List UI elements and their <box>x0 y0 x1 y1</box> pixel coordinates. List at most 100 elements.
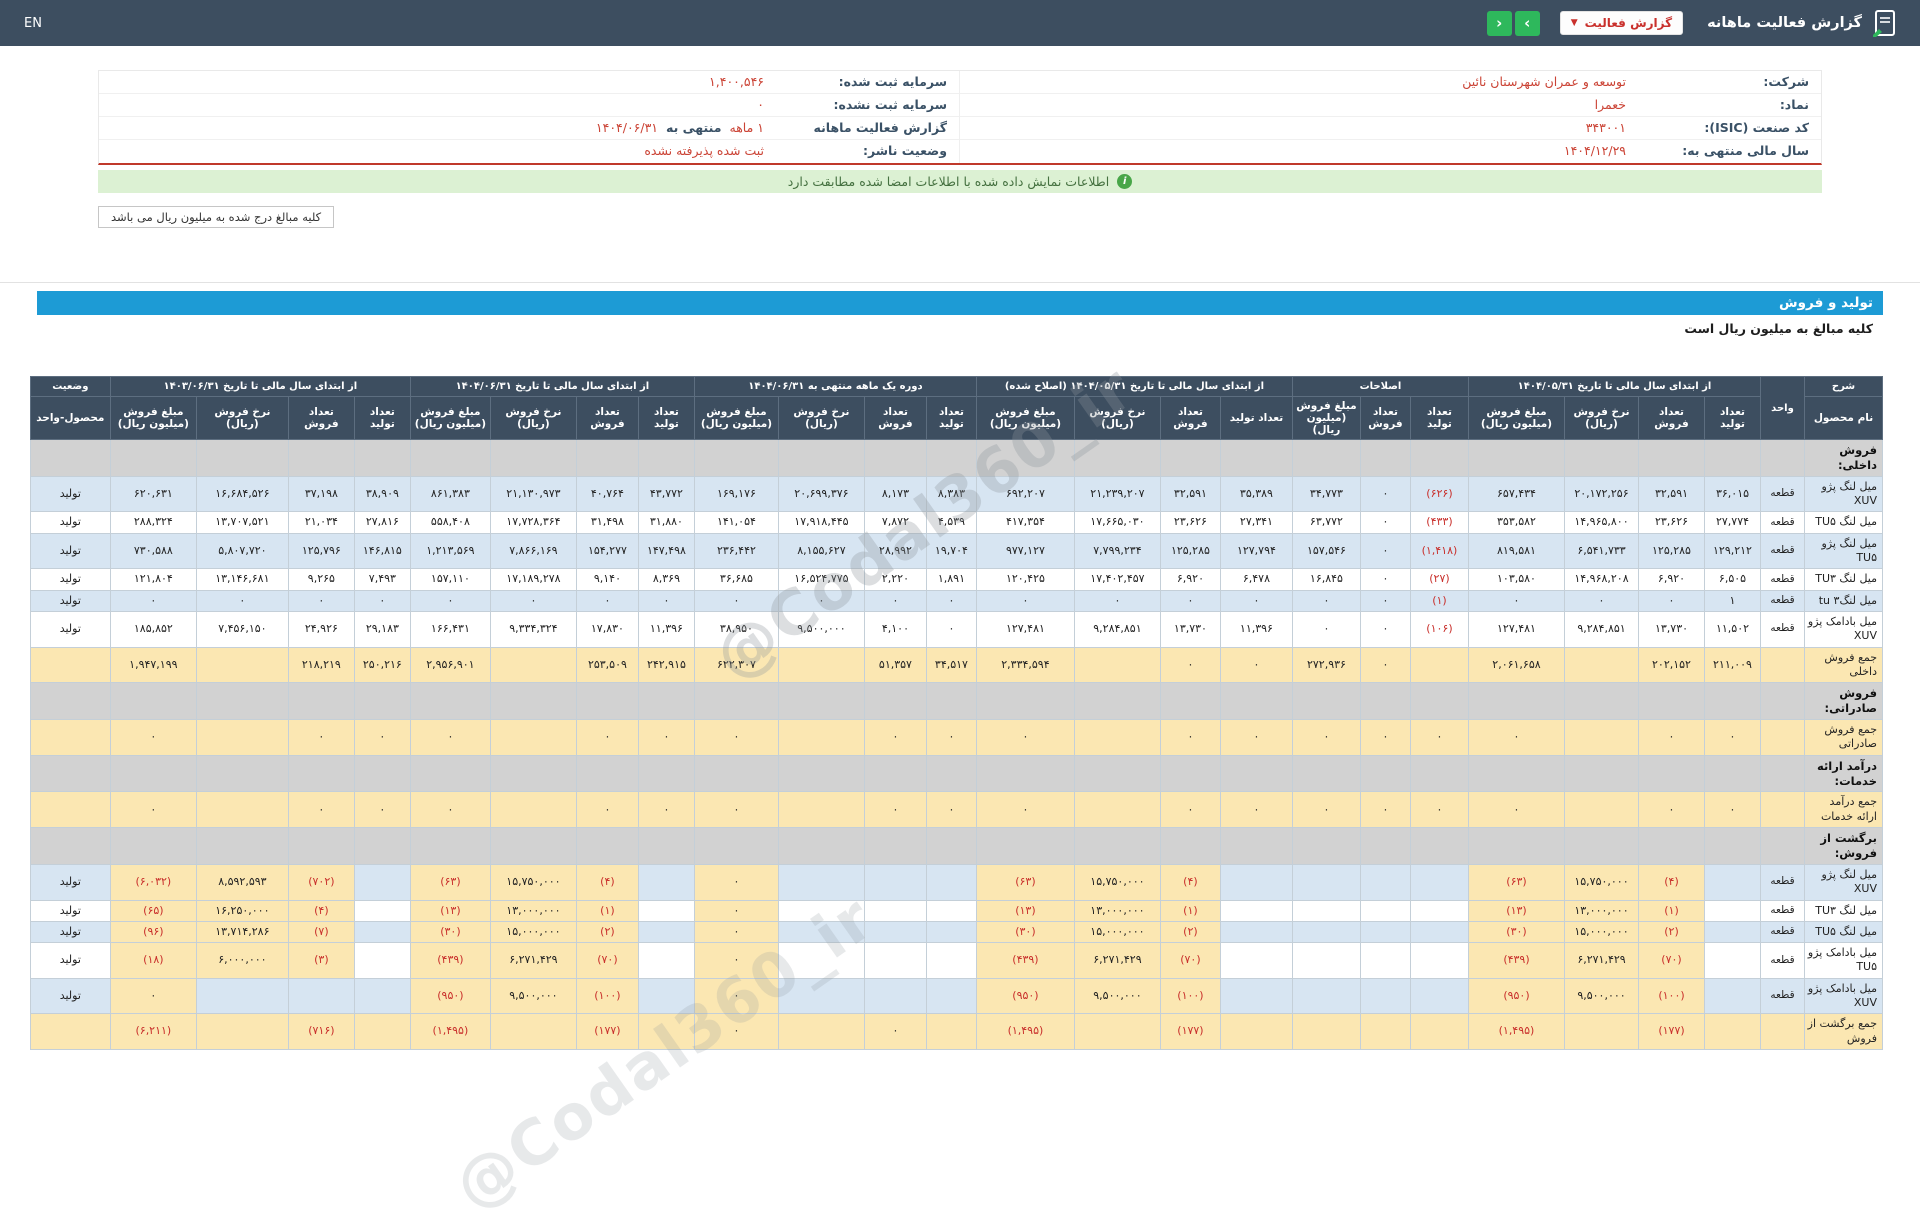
status-cell: تولید <box>29 920 111 944</box>
column-header: تعداد تولید <box>1409 396 1469 440</box>
column-header: وضعیت <box>29 376 111 397</box>
table-header-sub-row: نام محصول تعداد تولید تعداد فروش نرخ فروش (… <box>29 396 1883 440</box>
column-header: تعداد تولید <box>1219 396 1293 440</box>
report-type-dropdown[interactable]: گزارش فعالیت ▼ <box>1559 11 1684 35</box>
section-cell <box>409 682 491 721</box>
value-cell: ۱۲۷,۴۸۱ <box>975 610 1075 648</box>
section-cell <box>1760 754 1805 793</box>
value-cell: ۶۳,۷۷۲ <box>1291 511 1361 534</box>
info-value: ۱۴۰۴/۱۲/۲۹ <box>1563 143 1626 158</box>
value-cell: (۱,۴۹۵) <box>409 1013 491 1050</box>
section-cell <box>195 439 289 477</box>
value-cell: ۰ <box>1467 719 1566 756</box>
value-cell: ۸,۱۵۵,۶۲۷ <box>777 532 865 570</box>
value-cell <box>1291 977 1361 1015</box>
value-cell: (۶,۰۳۲) <box>109 863 197 901</box>
section-cell <box>575 754 639 793</box>
value-cell <box>637 942 695 979</box>
value-cell: ۱۳,۰۰۰,۰۰۰ <box>489 899 577 922</box>
section-cell <box>925 682 977 721</box>
status-cell: تولید <box>29 899 111 922</box>
unit-cell: قطعه <box>1760 977 1805 1015</box>
value-cell: (۳۰) <box>409 920 491 944</box>
value-cell: ۳۴,۵۱۷ <box>925 646 977 684</box>
value-cell: ۰ <box>975 719 1075 756</box>
value-cell: ۰ <box>975 791 1075 829</box>
section-cell <box>1564 754 1639 793</box>
table-row: میل لنگ TU۵ قطعه (۲) ۱۵,۰۰۰,۰۰۰ (۳۰) (۲) ۱۵,۰۰… <box>29 920 1883 944</box>
value-cell: (۱,۴۹۵) <box>975 1013 1075 1050</box>
section-cell <box>1073 439 1161 477</box>
section-cell <box>1638 682 1705 721</box>
value-cell: ۶,۲۷۱,۴۲۹ <box>489 942 577 979</box>
status-cell: تولید <box>29 610 111 648</box>
section-cell <box>489 754 577 793</box>
section-cell <box>575 682 639 721</box>
value-cell: ۴,۱۰۰ <box>863 610 927 648</box>
section-cell <box>29 827 111 865</box>
value-cell <box>1704 977 1761 1015</box>
value-cell <box>777 899 865 922</box>
section-cell <box>1409 439 1469 477</box>
value-cell: ۱۷,۴۰۲,۴۵۷ <box>1073 568 1161 591</box>
section-cell <box>575 827 639 865</box>
value-cell: (۷۰) <box>1159 942 1221 979</box>
section-cell <box>1219 439 1293 477</box>
column-header: تعداد فروش <box>1159 396 1221 440</box>
section-cell <box>1159 754 1221 793</box>
value-cell: ۰ <box>863 589 927 612</box>
value-cell <box>489 719 577 756</box>
value-cell: ۹,۵۰۰,۰۰۰ <box>1073 977 1161 1015</box>
value-cell: ۰ <box>1159 791 1221 829</box>
value-cell: ۱۷,۱۸۹,۲۷۸ <box>489 568 577 591</box>
nav-arrow-right-button[interactable]: › <box>1514 10 1540 36</box>
value-cell: ۵۵۸,۴۰۸ <box>409 511 491 534</box>
section-cell <box>863 682 927 721</box>
value-cell <box>1409 942 1469 979</box>
value-cell <box>637 977 695 1015</box>
info-value: ۱ ماهه <box>729 120 765 135</box>
value-cell <box>777 977 865 1015</box>
unit-cell: قطعه <box>1760 942 1805 979</box>
info-value: ۱۴۰۴/۰۶/۳۱ <box>595 120 659 135</box>
value-cell: ۰ <box>1159 646 1221 684</box>
value-cell: ۰ <box>409 589 491 612</box>
value-cell: ۰ <box>1409 791 1469 829</box>
section-cell <box>353 827 411 865</box>
value-cell: (۱۰۰) <box>575 977 639 1015</box>
value-cell: ۲۱,۱۳۰,۹۷۳ <box>489 475 577 513</box>
status-cell: تولید <box>29 589 111 612</box>
value-cell: ۹,۲۶۵ <box>287 568 355 591</box>
language-toggle[interactable]: EN <box>24 16 42 31</box>
value-cell <box>353 1013 411 1050</box>
table-row: میل لنگ۳ tu قطعه ۱ ۰ ۰ ۰ (۱) ۰ ۰ ۰ ۰ ۰ ۰ ۰ ۰ ۰ ۰ ۰ ۰ ۰ ۰ ۰ ۰ ۰ ۰… <box>29 589 1883 612</box>
value-cell <box>1564 1013 1639 1050</box>
value-cell: ۰ <box>693 942 779 979</box>
product-name-cell: جمع فروش داخلی <box>1804 646 1883 684</box>
section-cell <box>777 827 865 865</box>
value-cell: ۵,۸۰۷,۷۲۰ <box>195 532 289 570</box>
table-row: میل لنگ پژو XUV قطعه ۳۶,۰۱۵ ۳۲,۵۹۱ ۲۰,۱۷۲,۲۵… <box>29 475 1883 513</box>
divider <box>0 282 1920 283</box>
value-cell: ۲۸,۹۹۲ <box>863 532 927 570</box>
info-value: ۱,۴۰۰,۵۴۶ <box>709 74 764 89</box>
value-cell: (۱۳) <box>1467 899 1566 922</box>
value-cell <box>195 646 289 684</box>
column-header: تعداد فروش <box>575 396 639 440</box>
value-cell: (۴) <box>1159 863 1221 901</box>
status-cell <box>29 719 111 756</box>
value-cell: (۳۰) <box>975 920 1075 944</box>
column-header: از ابتدای سال مالی تا تاریخ ۱۴۰۳/۰۶/۳۱ <box>109 376 411 397</box>
value-cell <box>1219 863 1293 901</box>
info-label: شرکت: <box>1763 74 1809 89</box>
info-icon: i <box>1117 174 1133 189</box>
value-cell: ۰ <box>353 719 411 756</box>
value-cell: ۱۴۱,۰۵۴ <box>693 511 779 534</box>
value-cell <box>1564 791 1639 829</box>
value-cell: (۶۵) <box>109 899 197 922</box>
section-row: برگشت از فروش: <box>29 827 1883 865</box>
unit-note-tab[interactable]: کلیه مبالغ درج شده به میلیون ریال می باش… <box>98 206 335 228</box>
value-cell: ۰ <box>1359 589 1411 612</box>
page-title: گزارش فعالیت ماهانه <box>1707 15 1862 31</box>
nav-arrow-left-button[interactable]: ‹ <box>1486 10 1512 36</box>
